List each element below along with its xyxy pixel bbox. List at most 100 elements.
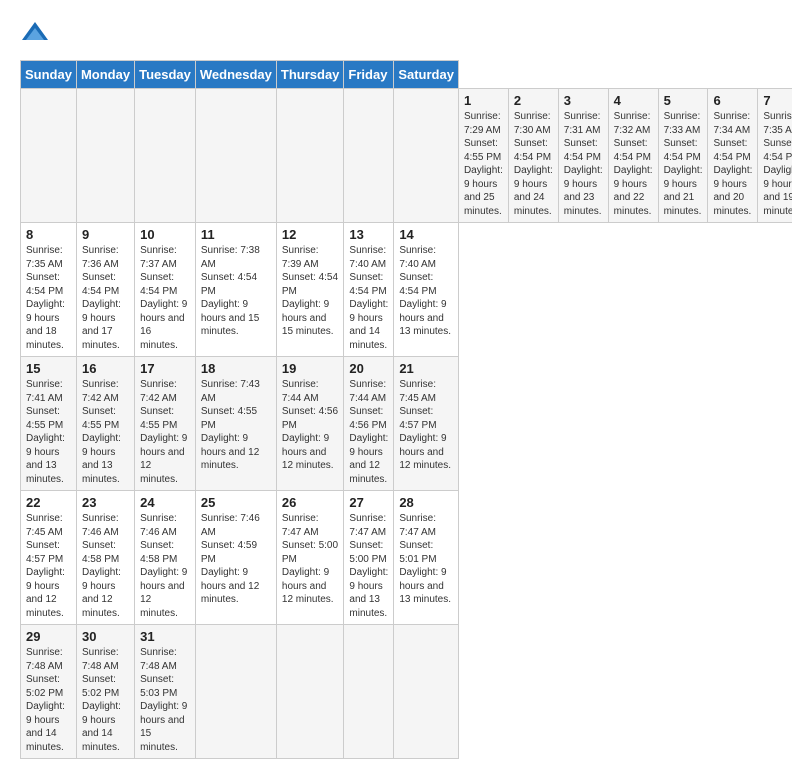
calendar-cell — [76, 89, 134, 223]
calendar-cell — [344, 625, 394, 759]
calendar-header: SundayMondayTuesdayWednesdayThursdayFrid… — [21, 61, 792, 89]
calendar-cell: 9Sunrise: 7:36 AMSunset: 4:54 PMDaylight… — [76, 223, 134, 357]
calendar-cell: 4 Sunrise: 7:32 AMSunset: 4:54 PMDaylight… — [608, 89, 658, 223]
calendar-cell: 24Sunrise: 7:46 AMSunset: 4:58 PMDayligh… — [135, 491, 196, 625]
day-info: Sunrise: 7:30 AMSunset: 4:54 PMDaylight:… — [514, 110, 553, 218]
day-info: Sunrise: 7:35 AMSunset: 4:54 PMDaylight:… — [26, 244, 71, 352]
day-number: 22 — [26, 495, 71, 510]
day-info: Sunrise: 7:44 AMSunset: 4:56 PMDaylight:… — [282, 378, 339, 473]
day-info: Sunrise: 7:29 AMSunset: 4:55 PMDaylight:… — [464, 110, 503, 218]
calendar-cell: 25Sunrise: 7:46 AMSunset: 4:59 PMDayligh… — [195, 491, 276, 625]
day-header-friday: Friday — [344, 61, 394, 89]
calendar-cell: 6 Sunrise: 7:34 AMSunset: 4:54 PMDaylight… — [708, 89, 758, 223]
day-number: 2 — [514, 93, 553, 108]
day-number: 20 — [349, 361, 388, 376]
calendar-cell — [276, 625, 344, 759]
day-number: 30 — [82, 629, 129, 644]
day-info: Sunrise: 7:47 AMSunset: 5:00 PMDaylight:… — [282, 512, 339, 607]
day-number: 8 — [26, 227, 71, 242]
calendar-cell: 26 Sunrise: 7:47 AMSunset: 5:00 PMDayligh… — [276, 491, 344, 625]
day-header-sunday: Sunday — [21, 61, 77, 89]
day-number: 7 — [763, 93, 792, 108]
day-header-tuesday: Tuesday — [135, 61, 196, 89]
day-number: 31 — [140, 629, 190, 644]
day-number: 12 — [282, 227, 339, 242]
day-number: 18 — [201, 361, 271, 376]
calendar-cell: 1 Sunrise: 7:29 AMSunset: 4:55 PMDaylight… — [458, 89, 508, 223]
calendar-cell — [21, 89, 77, 223]
day-info: Sunrise: 7:48 AMSunset: 5:03 PMDaylight:… — [140, 646, 190, 754]
day-number: 13 — [349, 227, 388, 242]
day-number: 17 — [140, 361, 190, 376]
day-number: 26 — [282, 495, 339, 510]
day-number: 6 — [713, 93, 752, 108]
calendar-cell: 20Sunrise: 7:44 AMSunset: 4:56 PMDayligh… — [344, 357, 394, 491]
calendar-cell: 22 Sunrise: 7:45 AMSunset: 4:57 PMDayligh… — [21, 491, 77, 625]
calendar-cell — [195, 625, 276, 759]
calendar-cell: 23 Sunrise: 7:46 AMSunset: 4:58 PMDayligh… — [76, 491, 134, 625]
calendar-cell: 14Sunrise: 7:40 AMSunset: 4:54 PMDayligh… — [394, 223, 459, 357]
day-info: Sunrise: 7:41 AMSunset: 4:55 PMDaylight:… — [26, 378, 71, 486]
day-info: Sunrise: 7:45 AMSunset: 4:57 PMDaylight:… — [399, 378, 453, 473]
calendar-cell: 10 Sunrise: 7:37 AMSunset: 4:54 PMDayligh… — [135, 223, 196, 357]
calendar-week-4: 22 Sunrise: 7:45 AMSunset: 4:57 PMDayligh… — [21, 491, 792, 625]
day-info: Sunrise: 7:37 AMSunset: 4:54 PMDaylight:… — [140, 244, 190, 352]
logo — [20, 20, 54, 50]
calendar-cell: 27 Sunrise: 7:47 AMSunset: 5:00 PMDayligh… — [344, 491, 394, 625]
calendar-cell — [195, 89, 276, 223]
day-number: 3 — [564, 93, 603, 108]
day-number: 25 — [201, 495, 271, 510]
calendar-cell: 31 Sunrise: 7:48 AMSunset: 5:03 PMDayligh… — [135, 625, 196, 759]
day-number: 4 — [614, 93, 653, 108]
day-info: Sunrise: 7:48 AMSunset: 5:02 PMDaylight:… — [82, 646, 129, 754]
day-info: Sunrise: 7:40 AMSunset: 4:54 PMDaylight:… — [399, 244, 453, 339]
day-number: 24 — [140, 495, 190, 510]
calendar-cell: 30 Sunrise: 7:48 AMSunset: 5:02 PMDayligh… — [76, 625, 134, 759]
day-number: 5 — [664, 93, 703, 108]
day-info: Sunrise: 7:32 AMSunset: 4:54 PMDaylight:… — [614, 110, 653, 218]
calendar-table: SundayMondayTuesdayWednesdayThursdayFrid… — [20, 60, 792, 759]
day-number: 28 — [399, 495, 453, 510]
calendar-cell — [135, 89, 196, 223]
day-number: 23 — [82, 495, 129, 510]
page-header — [20, 20, 772, 50]
day-info: Sunrise: 7:39 AMSunset: 4:54 PMDaylight:… — [282, 244, 339, 339]
calendar-cell: 3 Sunrise: 7:31 AMSunset: 4:54 PMDaylight… — [558, 89, 608, 223]
day-number: 10 — [140, 227, 190, 242]
day-number: 16 — [82, 361, 129, 376]
calendar-cell: 28Sunrise: 7:47 AMSunset: 5:01 PMDayligh… — [394, 491, 459, 625]
calendar-cell: 19 Sunrise: 7:44 AMSunset: 4:56 PMDayligh… — [276, 357, 344, 491]
day-number: 1 — [464, 93, 503, 108]
day-info: Sunrise: 7:42 AMSunset: 4:55 PMDaylight:… — [82, 378, 129, 486]
day-info: Sunrise: 7:38 AMSunset: 4:54 PMDaylight:… — [201, 244, 271, 339]
calendar-cell: 21Sunrise: 7:45 AMSunset: 4:57 PMDayligh… — [394, 357, 459, 491]
calendar-body: 1 Sunrise: 7:29 AMSunset: 4:55 PMDaylight… — [21, 89, 792, 759]
calendar-cell: 2 Sunrise: 7:30 AMSunset: 4:54 PMDaylight… — [508, 89, 558, 223]
calendar-week-1: 1 Sunrise: 7:29 AMSunset: 4:55 PMDaylight… — [21, 89, 792, 223]
day-info: Sunrise: 7:40 AMSunset: 4:54 PMDaylight:… — [349, 244, 388, 352]
day-info: Sunrise: 7:47 AMSunset: 5:00 PMDaylight:… — [349, 512, 388, 620]
day-info: Sunrise: 7:33 AMSunset: 4:54 PMDaylight:… — [664, 110, 703, 218]
calendar-cell — [394, 625, 459, 759]
day-number: 11 — [201, 227, 271, 242]
calendar-week-2: 8 Sunrise: 7:35 AMSunset: 4:54 PMDaylight… — [21, 223, 792, 357]
day-number: 27 — [349, 495, 388, 510]
day-header-saturday: Saturday — [394, 61, 459, 89]
day-info: Sunrise: 7:34 AMSunset: 4:54 PMDaylight:… — [713, 110, 752, 218]
day-info: Sunrise: 7:46 AMSunset: 4:58 PMDaylight:… — [82, 512, 129, 620]
calendar-cell: 12 Sunrise: 7:39 AMSunset: 4:54 PMDayligh… — [276, 223, 344, 357]
calendar-cell: 18 Sunrise: 7:43 AMSunset: 4:55 PMDayligh… — [195, 357, 276, 491]
calendar-week-5: 29Sunrise: 7:48 AMSunset: 5:02 PMDayligh… — [21, 625, 792, 759]
day-info: Sunrise: 7:48 AMSunset: 5:02 PMDaylight:… — [26, 646, 71, 754]
day-info: Sunrise: 7:43 AMSunset: 4:55 PMDaylight:… — [201, 378, 271, 473]
calendar-cell: 29Sunrise: 7:48 AMSunset: 5:02 PMDayligh… — [21, 625, 77, 759]
day-info: Sunrise: 7:31 AMSunset: 4:54 PMDaylight:… — [564, 110, 603, 218]
calendar-cell: 15Sunrise: 7:41 AMSunset: 4:55 PMDayligh… — [21, 357, 77, 491]
day-header-monday: Monday — [76, 61, 134, 89]
day-number: 19 — [282, 361, 339, 376]
day-header-thursday: Thursday — [276, 61, 344, 89]
day-info: Sunrise: 7:45 AMSunset: 4:57 PMDaylight:… — [26, 512, 71, 620]
calendar-cell: 13 Sunrise: 7:40 AMSunset: 4:54 PMDayligh… — [344, 223, 394, 357]
day-number: 9 — [82, 227, 129, 242]
logo-icon — [20, 20, 50, 50]
